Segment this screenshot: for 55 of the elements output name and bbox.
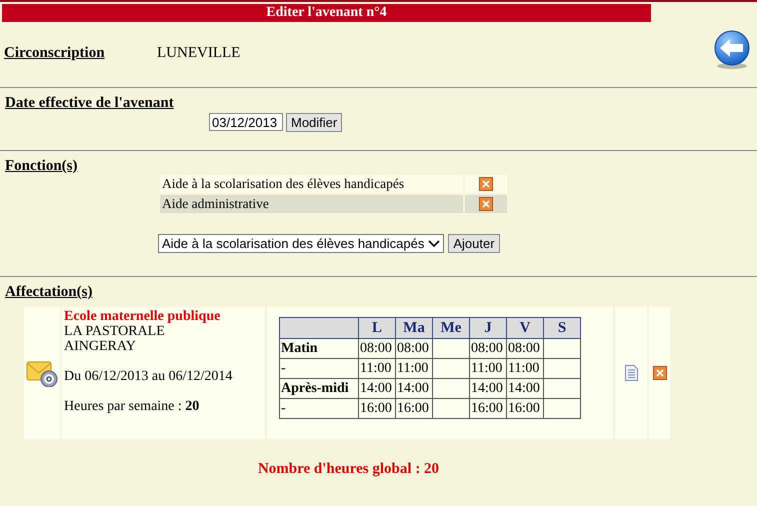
day-header: S xyxy=(544,318,580,338)
function-name: Aide à la scolarisation des élèves handicapés xyxy=(160,175,463,193)
delete-icon xyxy=(479,197,493,211)
school-type: Ecole maternelle publique xyxy=(64,309,222,324)
day-header: Me xyxy=(432,318,470,338)
total-hours: Nombre d'heures global : 20 xyxy=(256,461,440,478)
date-field[interactable]: 03/12/2013 xyxy=(209,113,283,131)
delete-button[interactable] xyxy=(479,177,493,191)
row-label: Matin xyxy=(280,338,358,358)
row-label: - xyxy=(280,398,358,418)
day-header: V xyxy=(506,318,544,338)
school-town: AINGERAY xyxy=(64,339,137,354)
time-cell: 16:00 xyxy=(358,398,396,418)
section-heading: Date effective de l'avenant xyxy=(4,94,175,112)
time-cell: 08:00 xyxy=(506,338,544,358)
back-button[interactable] xyxy=(713,30,751,70)
time-cell: 16:00 xyxy=(396,398,432,418)
add-button[interactable]: Ajouter xyxy=(448,234,500,253)
day-header: J xyxy=(470,318,506,338)
circonscription-value: LUNEVILLE xyxy=(157,44,242,62)
time-cell: 14:00 xyxy=(506,378,544,398)
delete-icon xyxy=(479,177,493,191)
day-header: Ma xyxy=(396,318,432,338)
delete-icon xyxy=(652,366,666,380)
time-cell: 11:00 xyxy=(358,358,396,378)
weekly-hours: Heures par semaine : 20 xyxy=(64,399,200,414)
section-heading: Fonction(s) xyxy=(4,157,78,175)
document-icon xyxy=(624,365,638,381)
assignment-period: Du 06/12/2013 au 06/12/2014 xyxy=(64,369,234,384)
time-cell: 14:00 xyxy=(358,378,396,398)
modify-button[interactable]: Modifier xyxy=(286,113,342,132)
time-cell: 16:00 xyxy=(506,398,544,418)
school-name: LA PASTORALE xyxy=(64,324,166,339)
delete-button[interactable] xyxy=(652,366,666,380)
page-title: Editer l'avenant n°4 xyxy=(2,4,651,22)
chevron-down-icon xyxy=(428,240,440,248)
time-cell: 11:00 xyxy=(396,358,432,378)
delete-button[interactable] xyxy=(479,197,493,211)
time-cell: 16:00 xyxy=(470,398,506,418)
function-name: Aide administrative xyxy=(160,195,463,213)
time-cell: 11:00 xyxy=(506,358,544,378)
function-select[interactable]: Aide à la scolarisation des élèves handicapés xyxy=(158,234,444,253)
row-label: Après-midi xyxy=(280,378,358,398)
back-arrow-icon xyxy=(713,30,751,70)
time-cell: 08:00 xyxy=(470,338,506,358)
time-cell: 08:00 xyxy=(358,338,396,358)
time-cell: 14:00 xyxy=(396,378,432,398)
row-label: - xyxy=(280,358,358,378)
time-cell: 08:00 xyxy=(396,338,432,358)
time-cell: 11:00 xyxy=(470,358,506,378)
circonscription-label: Circonscription xyxy=(4,44,106,62)
day-header: L xyxy=(358,318,396,338)
section-heading: Affectation(s) xyxy=(4,283,94,301)
document-button[interactable] xyxy=(624,365,638,381)
time-cell: 14:00 xyxy=(470,378,506,398)
